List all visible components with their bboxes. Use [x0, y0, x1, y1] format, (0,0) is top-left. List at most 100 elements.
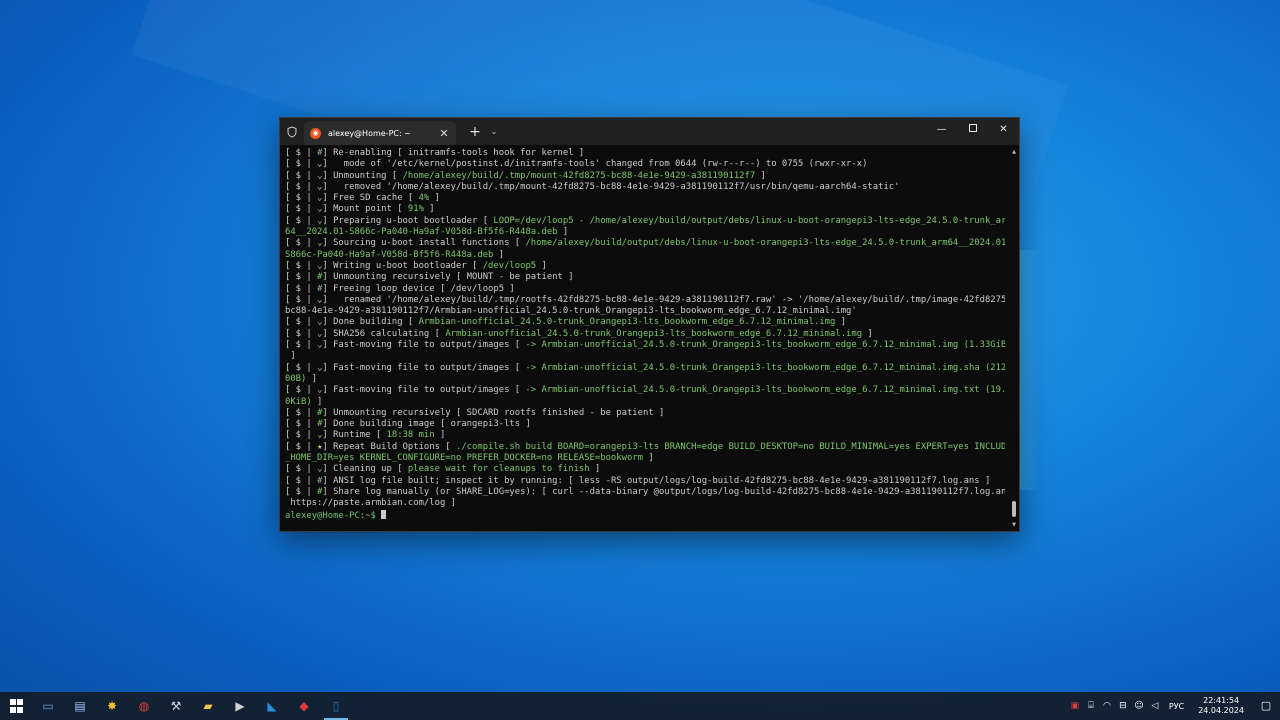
terminal-window[interactable]: ◉ alexey@Home-PC: ~ ✕ + ⌄ — ✕ [ $ | #] R… — [279, 117, 1020, 532]
minimize-button[interactable]: — — [926, 118, 957, 142]
taskbar-app-9[interactable]: ◆ — [288, 692, 320, 720]
terminal-text: 00B) — [285, 373, 307, 384]
title-bar[interactable]: ◉ alexey@Home-PC: ~ ✕ + ⌄ — ✕ — [280, 118, 1019, 145]
terminal-text: [ $ | — [285, 283, 318, 294]
taskbar-vscode[interactable]: ◣ — [256, 692, 288, 720]
terminal-text: ] Freeing loop device [ /dev/loop5 ] — [322, 283, 515, 294]
tray-red-app-icon[interactable]: ▣ — [1067, 692, 1083, 720]
terminal-text: ] Fast-moving file to output/images [ — [322, 340, 526, 351]
tray-icons: ▣ ⌸ ◠ ⊟ ☺ ◁ — [1067, 692, 1163, 720]
close-tab-icon[interactable]: ✕ — [438, 127, 450, 140]
terminal-line: [ $ | ⌄] Fast-moving file to output/imag… — [285, 363, 1005, 374]
folder-icon: ▰ — [203, 699, 213, 713]
terminal-text: ] ANSI log file built; inspect it by run… — [322, 475, 991, 486]
maximize-button[interactable] — [957, 118, 988, 142]
terminal-line: [ $ | ⌄] mode of '/etc/kernel/postinst.d… — [285, 159, 1005, 170]
terminal-text: ] Runtime [ — [322, 430, 387, 441]
terminal-text: [ $ | — [285, 362, 318, 373]
terminal-text: [ $ | ⌄] — [285, 294, 334, 305]
scroll-up-arrow-icon[interactable]: ▲ — [1011, 148, 1017, 156]
terminal-text: ] — [434, 430, 446, 441]
terminal-icon: ▯ — [332, 699, 340, 713]
taskbar-chrome[interactable]: ◍ — [128, 692, 160, 720]
terminal-text: please wait for cleanups to finish — [407, 464, 590, 475]
notification-icon[interactable]: ▢ — [1252, 692, 1280, 720]
terminal-line: [ $ | ⌄] Preparing u-boot bootloader [ L… — [285, 216, 1005, 227]
tray-ethernet-icon[interactable]: ⌸ — [1083, 692, 1099, 720]
terminal-text: /home/alexey/build/.tmp/mount-42fd8275-b… — [402, 170, 756, 181]
text-cursor — [381, 509, 387, 519]
star-app-icon: ✸ — [106, 699, 118, 713]
terminal-text: 0KiB) — [285, 396, 312, 407]
clock-date: 24.04.2024 — [1198, 706, 1244, 715]
terminal-text: ] — [557, 227, 569, 238]
terminal-text: [ $ | — [285, 328, 318, 339]
terminal-text: [ $ | — [285, 340, 318, 351]
prompt-line[interactable]: alexey@Home-PC:~$ — [285, 509, 1005, 521]
terminal-text: ] Fast-moving file to output/images [ — [322, 362, 526, 373]
close-window-button[interactable]: ✕ — [988, 118, 1019, 142]
terminal-line: [ $ | #] Freeing loop device [ /dev/loop… — [285, 284, 1005, 295]
taskbar-terminal-2[interactable]: ▯ — [320, 692, 352, 720]
tray-people-icon[interactable]: ☺ — [1131, 692, 1147, 720]
terminal-text: renamed '/home/alexey/build/.tmp/rootfs-… — [333, 294, 1005, 305]
monitor-app-icon: ▭ — [42, 699, 54, 713]
tray-network-icon[interactable]: ⊟ — [1115, 692, 1131, 720]
terminal-text: ] — [311, 396, 323, 407]
new-tab-button[interactable]: + — [468, 124, 482, 140]
red-app-icon: ◆ — [299, 699, 309, 713]
scrollbar-thumb[interactable] — [1012, 501, 1016, 517]
tab-active[interactable]: ◉ alexey@Home-PC: ~ ✕ — [304, 121, 456, 145]
terminal-text: removed '/home/alexey/build/.tmp/mount-4… — [333, 181, 900, 192]
terminal-text: [ $ | — [285, 486, 318, 497]
terminal-text: ./compile.sh build BOARD=orangepi3-lts B… — [456, 441, 1005, 452]
taskbar-app-5[interactable]: ⚒ — [160, 692, 192, 720]
terminal-line: S866c-Pa040-Ha9af-V058d-Bf5f6-R448a.deb … — [285, 250, 1005, 261]
taskbar-terminal-1[interactable]: ▶ — [224, 692, 256, 720]
terminal-text: ] Free SD cache [ — [322, 193, 419, 204]
terminal-text: ] Cleaning up [ — [322, 464, 408, 475]
ubuntu-icon: ◉ — [310, 127, 321, 139]
terminal-text: ] SHA256 calculating [ — [322, 328, 446, 339]
taskbar-start-button[interactable] — [0, 692, 32, 720]
terminal-text: [ $ | — [285, 430, 318, 441]
terminal-text: ] Preparing u-boot bootloader [ — [322, 215, 494, 226]
taskbar-explorer[interactable]: ▰ — [192, 692, 224, 720]
terminal-line: [ $ | ⌄] Unmounting [ /home/alexey/build… — [285, 171, 1005, 182]
clock[interactable]: 22:41:54 24.04.2024 — [1198, 696, 1244, 716]
terminal-text: [ $ | — [285, 215, 318, 226]
scrollbar[interactable]: ▲ ▼ — [1011, 148, 1017, 529]
terminal-line: _HOME_DIR=yes KERNEL_CONFIGURE=no PREFER… — [285, 453, 1005, 464]
scroll-down-arrow-icon[interactable]: ▼ — [1011, 521, 1017, 529]
terminal-text: ] — [536, 260, 547, 271]
chevron-down-icon[interactable]: ⌄ — [488, 127, 500, 136]
window-controls: — ✕ — [926, 118, 1019, 142]
terminal-text: ] Sourcing u-boot install functions [ — [322, 238, 526, 249]
tray-wifi-icon[interactable]: ◠ — [1099, 692, 1115, 720]
language-indicator[interactable]: РУС — [1169, 702, 1184, 711]
maximize-icon — [968, 124, 977, 132]
terminal-line: ] — [285, 351, 1005, 362]
taskbar-apps: ▭ ▤ ✸ ◍ ⚒ ▰ ▶ ◣ ◆ ▯ — [0, 692, 352, 720]
terminal-text: -> Armbian-unofficial_24.5.0-trunk_Orang… — [525, 362, 1005, 373]
terminal-line: [ $ | ⌄] Mount point [ 91% ] — [285, 204, 1005, 215]
taskbar: ▭ ▤ ✸ ◍ ⚒ ▰ ▶ ◣ ◆ ▯ ▣ ⌸ ◠ ⊟ ☺ ◁ РУС 22:41:54 24.04.202… — [0, 692, 1280, 720]
terminal-text: LOOP=/dev/loop5 - /home/alexey/build/out… — [493, 215, 1005, 226]
terminal-text: [ $ | — [285, 385, 318, 396]
taskbar-app-3[interactable]: ✸ — [96, 692, 128, 720]
terminal-text: ] Unmounting recursively [ SDCARD rootfs… — [322, 407, 665, 418]
terminal-text: ] Unmounting recursively [ MOUNT - be pa… — [322, 272, 574, 283]
taskbar-app-2[interactable]: ▤ — [64, 692, 96, 720]
terminal-text: [ $ | — [285, 419, 318, 430]
windows-start-icon — [9, 699, 24, 714]
terminal-output[interactable]: [ $ | #] Re-enabling [ initramfs-tools h… — [280, 145, 1019, 531]
terminal-line: [ $ | #] Share log manually (or SHARE_LO… — [285, 487, 1005, 498]
terminal-text: [ $ | — [285, 148, 318, 158]
terminal-line: [ $ | ⌄] Free SD cache [ 4% ] — [285, 193, 1005, 204]
shield-icon[interactable] — [286, 125, 298, 138]
terminal-text: [ $ | ⌄] — [285, 181, 334, 192]
taskbar-app-1[interactable]: ▭ — [32, 692, 64, 720]
terminal-text: ] Share log manually (or SHARE_LOG=yes):… — [322, 486, 1005, 497]
tray-volume-icon[interactable]: ◁ — [1147, 692, 1163, 720]
terminal-text: ] Writing u-boot bootloader [ — [322, 260, 483, 271]
